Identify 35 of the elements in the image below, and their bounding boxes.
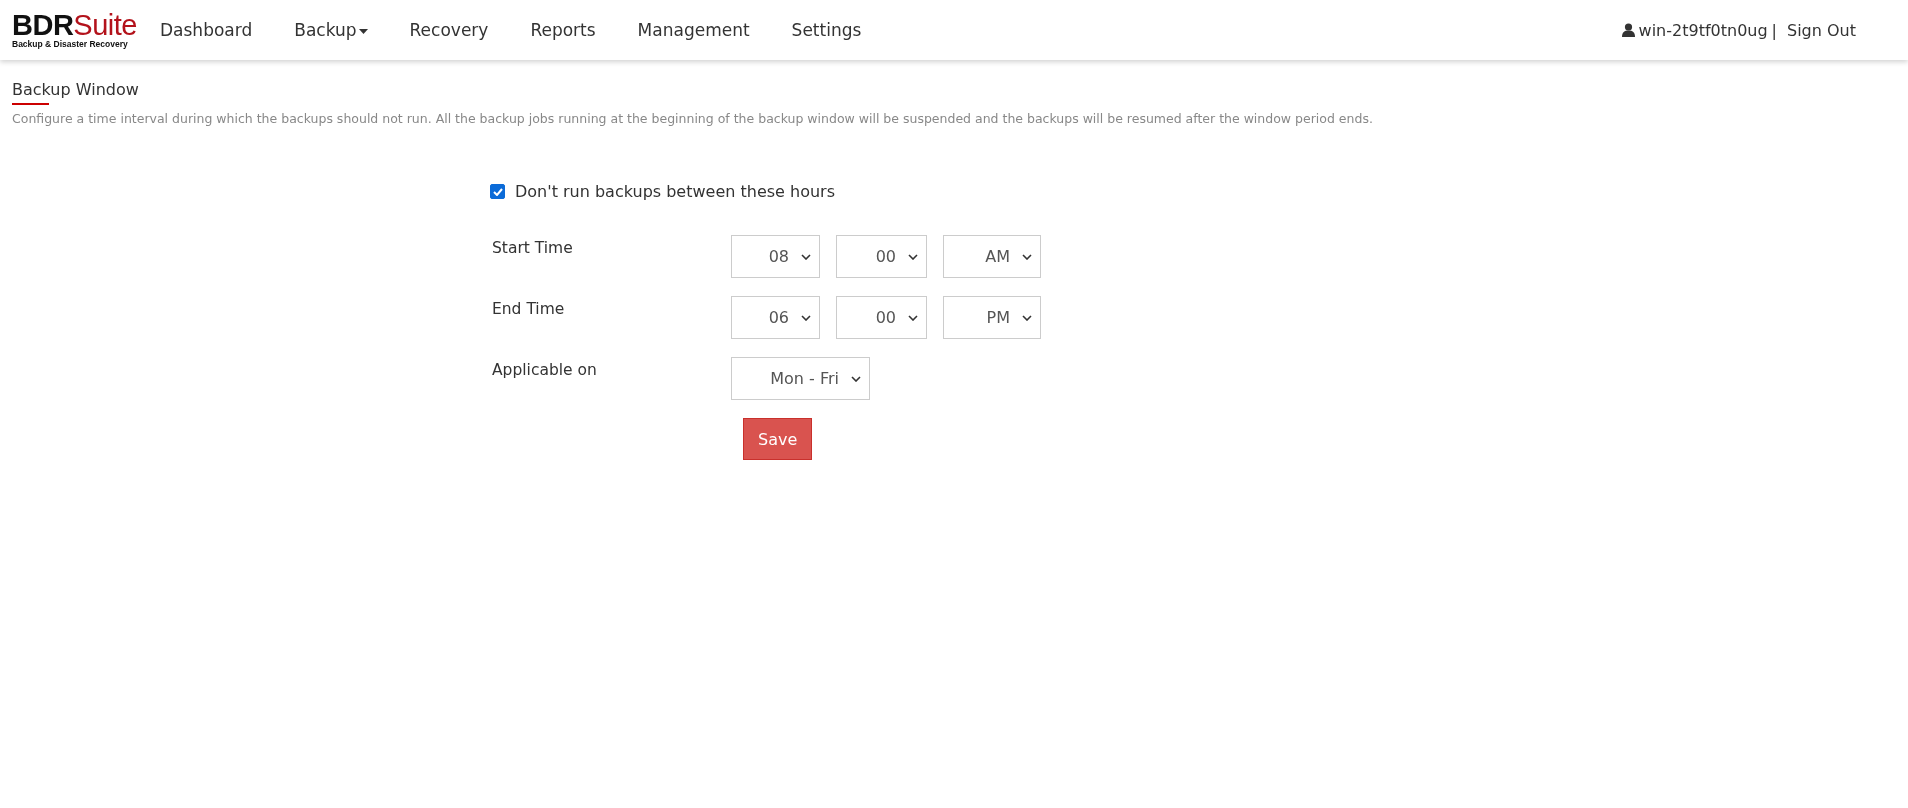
dropdown[interactable]: 08	[731, 235, 820, 278]
checkbox[interactable]	[490, 184, 505, 199]
separator: |	[1771, 20, 1777, 40]
dropdown[interactable]: PM	[943, 296, 1041, 339]
dropdown[interactable]: Mon - Fri	[731, 357, 870, 400]
checkbox-label: Don't run backups between these hours	[515, 182, 835, 201]
logo-tagline: Backup & Disaster Recovery	[12, 39, 129, 49]
chevron-down-icon	[801, 314, 811, 321]
logo[interactable]: BDRSuite Backup & Disaster Recovery	[12, 11, 140, 49]
nav-link[interactable]: Reports	[530, 20, 596, 40]
nav-link[interactable]: Management	[637, 20, 750, 40]
field-label: Applicable on	[491, 360, 598, 381]
chevron-down-icon	[1022, 314, 1032, 321]
username: win-2t9tf0tn0ug	[1638, 20, 1768, 40]
dropdown[interactable]: AM	[943, 235, 1041, 278]
page-description: Configure a time interval during which the backups should not run. All the backup jobs running at the beginning of the backup window will be suspended and the backups will be resumed after the window period ends.	[12, 111, 1374, 126]
nav-link[interactable]: Recovery	[409, 20, 489, 40]
chevron-down-icon	[801, 253, 811, 260]
logo-wordmark: BDRSuite	[12, 11, 138, 39]
user-icon	[1621, 23, 1635, 37]
sign-out-link[interactable]: Sign Out	[1787, 20, 1856, 40]
dropdown[interactable]: 00	[836, 235, 927, 278]
page-title: Backup Window	[12, 80, 139, 105]
nav-link[interactable]: Settings	[791, 20, 862, 40]
chevron-down-icon	[908, 253, 918, 260]
chevron-down-icon	[851, 375, 861, 382]
dropdown[interactable]: 00	[836, 296, 927, 339]
chevron-down-icon	[1022, 253, 1032, 260]
field-label: End Time	[491, 299, 566, 320]
field-label: Start Time	[491, 238, 574, 259]
save-button[interactable]: Save	[743, 418, 813, 460]
nav-link[interactable]: Dashboard	[160, 20, 253, 40]
dropdown[interactable]: 06	[731, 296, 820, 339]
nav-link[interactable]: Backup	[294, 20, 368, 40]
chevron-down-icon	[908, 314, 918, 321]
